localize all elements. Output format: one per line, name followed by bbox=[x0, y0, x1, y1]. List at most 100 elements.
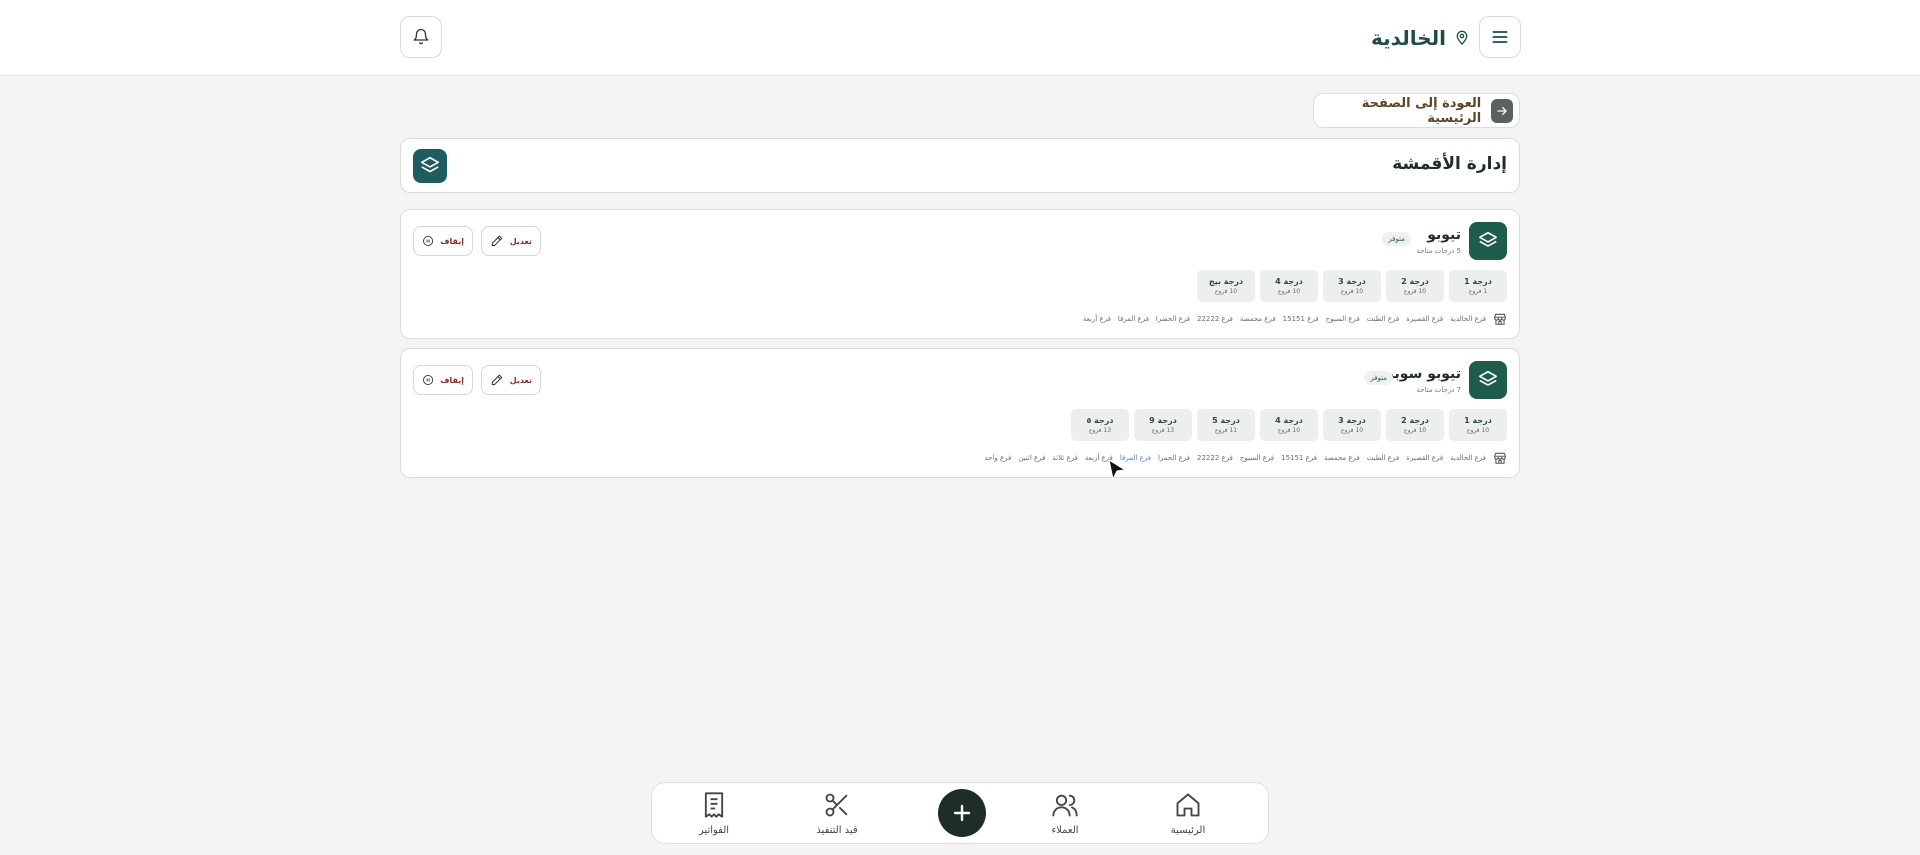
add-button[interactable] bbox=[938, 789, 986, 837]
grade-count: 10 فروع bbox=[1466, 427, 1490, 434]
bell-icon bbox=[413, 28, 429, 45]
grade-name: درجة 5 bbox=[1212, 416, 1240, 425]
home-icon bbox=[1176, 793, 1200, 817]
pencil-icon bbox=[491, 235, 503, 247]
branch-label: فرع القصيرة bbox=[1406, 315, 1444, 323]
grade-count: 11 فروع bbox=[1214, 427, 1238, 434]
fabric-card: تيوبو 5 درجات متاحة متوفر درجة 1 1 فروع د… bbox=[400, 209, 1520, 339]
branch-label: فرع محمصة bbox=[1324, 454, 1360, 462]
map-pin-icon bbox=[1456, 30, 1468, 45]
branch-label: فرع الحمرا bbox=[1157, 454, 1191, 462]
grade-count: 10 فروع bbox=[1277, 288, 1301, 295]
nav-customers[interactable]: العملاء bbox=[1020, 791, 1110, 836]
notifications-button[interactable] bbox=[400, 16, 442, 58]
arrow-right-icon bbox=[1491, 98, 1513, 123]
grade-name: درجة بيج bbox=[1208, 277, 1244, 286]
stop-button[interactable]: إيقاف bbox=[413, 226, 473, 256]
grade-chip[interactable]: درجة ٥ 13 فروع bbox=[1071, 409, 1129, 441]
grade-count: 10 فروع bbox=[1277, 427, 1301, 434]
fabric-card: تيوبو سوبر 7 درجات متاحة متوفر درجة 1 10 … bbox=[400, 348, 1520, 478]
edit-button[interactable]: تعديل bbox=[481, 226, 541, 256]
grade-chip[interactable]: درجة 3 10 فروع bbox=[1323, 270, 1381, 302]
branch-label: فرع القصيرة bbox=[1406, 454, 1444, 462]
mouse-cursor-icon bbox=[1108, 458, 1127, 481]
branches-list: فرع الخالدية فرع القصيرة فرع الطبث فرع م… bbox=[984, 451, 1507, 465]
grade-name: درجة 4 bbox=[1275, 277, 1303, 286]
grade-chip[interactable]: درجة بيج 10 فروع bbox=[1197, 270, 1255, 302]
grade-name: درجة 1 bbox=[1464, 416, 1492, 425]
grade-chip[interactable]: درجة 5 11 فروع bbox=[1197, 409, 1255, 441]
menu-button[interactable] bbox=[1479, 16, 1521, 58]
nav-invoices-label: الفواتير bbox=[698, 825, 730, 836]
grades-list: درجة 1 10 فروع درجة 2 10 فروع درجة 3 10 فرو… bbox=[1071, 409, 1507, 441]
store-icon bbox=[1493, 451, 1507, 465]
layers-icon bbox=[1469, 222, 1507, 260]
grades-list: درجة 1 1 فروع درجة 2 10 فروع درجة 3 10 فروع… bbox=[1197, 270, 1507, 302]
location-name: الخالدية bbox=[1371, 26, 1446, 50]
grade-chip[interactable]: درجة 1 1 فروع bbox=[1449, 270, 1507, 302]
grade-name: درجة 2 bbox=[1401, 277, 1429, 286]
fabric-name: تيوبو سوبر bbox=[1385, 366, 1461, 382]
plus-icon bbox=[953, 804, 971, 822]
branch-label: فرع المرقا bbox=[1117, 315, 1149, 323]
pause-icon bbox=[423, 374, 434, 386]
branch-label: فرع الخالدية bbox=[1450, 454, 1486, 462]
grade-name: درجة 3 bbox=[1338, 416, 1366, 425]
nav-in-progress[interactable]: قيد التنفيذ bbox=[792, 791, 882, 836]
nav-customers-label: العملاء bbox=[1051, 825, 1079, 836]
grade-name: درجة ٥ bbox=[1086, 416, 1114, 425]
branch-label: فرع أربعة bbox=[1082, 315, 1111, 323]
fabric-subtitle: 7 درجات متاحة bbox=[1416, 386, 1461, 394]
stop-button-label: إيقاف bbox=[440, 375, 464, 385]
store-icon bbox=[1493, 312, 1507, 326]
edit-button-label: تعديل bbox=[509, 236, 532, 246]
branch-label: فرع 15151 bbox=[1282, 315, 1319, 323]
grade-count: 10 فروع bbox=[1403, 288, 1427, 295]
grade-count: 10 فروع bbox=[1214, 288, 1238, 295]
bottom-navigation: الرئيسية العملاء قيد التنفيذ الفواتير bbox=[651, 782, 1269, 844]
nav-in-progress-label: قيد التنفيذ bbox=[816, 825, 858, 836]
grade-name: درجة 3 bbox=[1338, 277, 1366, 286]
grade-count: 13 فروع bbox=[1088, 427, 1112, 434]
grade-count: 10 فروع bbox=[1340, 288, 1364, 295]
grade-name: درجة 9 bbox=[1149, 416, 1177, 425]
grade-chip[interactable]: درجة 1 10 فروع bbox=[1449, 409, 1507, 441]
grade-chip[interactable]: درجة 3 10 فروع bbox=[1323, 409, 1381, 441]
fabric-name: تيوبو bbox=[1427, 227, 1461, 243]
top-bar: الخالدية bbox=[0, 0, 1920, 76]
branch-label: فرع 22222 bbox=[1197, 454, 1233, 462]
pencil-icon bbox=[491, 374, 503, 386]
users-icon bbox=[1052, 794, 1078, 817]
stop-button-label: إيقاف bbox=[440, 236, 464, 246]
page-title: إدارة الأقمشة bbox=[1392, 154, 1507, 174]
grade-name: درجة 4 bbox=[1275, 416, 1303, 425]
grade-count: 13 فروع bbox=[1151, 427, 1175, 434]
branch-label: فرع 22222 bbox=[1197, 315, 1233, 323]
branch-label: فرع الخضرا bbox=[1155, 315, 1191, 323]
pause-icon bbox=[423, 235, 434, 247]
grade-count: 10 فروع bbox=[1340, 427, 1364, 434]
branch-label: فرع السبوح bbox=[1325, 315, 1360, 323]
back-to-home-button[interactable]: العودة إلى الصفحة الرئيسية bbox=[1313, 93, 1520, 128]
grade-chip[interactable]: درجة 4 10 فروع bbox=[1260, 409, 1318, 441]
grade-chip[interactable]: درجة 2 10 فروع bbox=[1386, 270, 1444, 302]
branch-label: فرع محمصة bbox=[1239, 315, 1276, 323]
grade-count: 1 فروع bbox=[1468, 288, 1488, 295]
nav-home-label: الرئيسية bbox=[1170, 825, 1206, 836]
branches-list: فرع الخالدية فرع القصيرة فرع الطبث فرع ا… bbox=[1083, 312, 1507, 326]
page-header-card: إدارة الأقمشة bbox=[400, 138, 1520, 193]
nav-invoices[interactable]: الفواتير bbox=[669, 791, 759, 836]
grade-chip[interactable]: درجة 2 10 فروع bbox=[1386, 409, 1444, 441]
layers-icon bbox=[1469, 361, 1507, 399]
stop-button[interactable]: إيقاف bbox=[413, 365, 473, 395]
grade-name: درجة 1 bbox=[1464, 277, 1492, 286]
grade-chip[interactable]: درجة 9 13 فروع bbox=[1134, 409, 1192, 441]
location-display[interactable]: الخالدية bbox=[1300, 22, 1470, 54]
edit-button[interactable]: تعديل bbox=[481, 365, 541, 395]
nav-home[interactable]: الرئيسية bbox=[1143, 791, 1233, 836]
grade-name: درجة 2 bbox=[1401, 416, 1429, 425]
grade-chip[interactable]: درجة 4 10 فروع bbox=[1260, 270, 1318, 302]
branch-label: فرع الطبث bbox=[1366, 315, 1400, 323]
status-badge: متوفر bbox=[1364, 371, 1393, 385]
edit-button-label: تعديل bbox=[509, 375, 532, 385]
